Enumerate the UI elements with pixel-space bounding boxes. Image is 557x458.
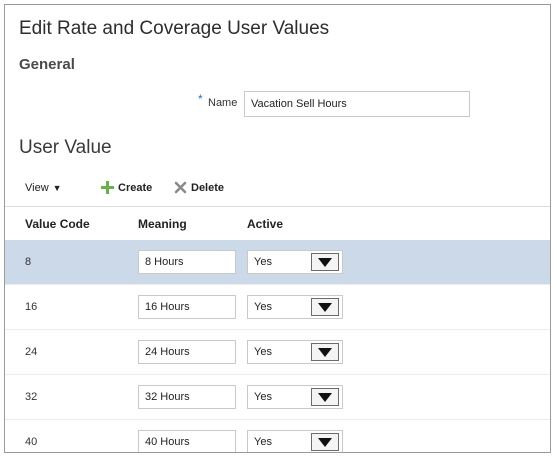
column-header-active: Active xyxy=(247,217,284,231)
table-row[interactable]: 32 Yes xyxy=(5,375,550,420)
active-select[interactable]: Yes xyxy=(247,295,343,319)
dropdown-arrow-icon[interactable] xyxy=(311,388,339,406)
meaning-input[interactable] xyxy=(138,340,236,364)
page-title: Edit Rate and Coverage User Values xyxy=(19,18,330,39)
active-select-value: Yes xyxy=(254,346,272,358)
table-row[interactable]: 8 Yes xyxy=(5,240,550,285)
delete-button[interactable]: Delete xyxy=(174,181,224,194)
meaning-input[interactable] xyxy=(138,430,236,452)
create-label: Create xyxy=(118,181,153,194)
value-code-cell: 16 xyxy=(25,301,38,313)
meaning-input[interactable] xyxy=(138,250,236,274)
meaning-input[interactable] xyxy=(138,295,236,319)
dialog-frame: Edit Rate and Coverage User Values Gener… xyxy=(4,4,551,453)
column-header-meaning: Meaning xyxy=(138,217,187,231)
create-button[interactable]: Create xyxy=(101,181,152,194)
value-code-cell: 32 xyxy=(25,391,38,403)
column-header-value-code: Value Code xyxy=(25,217,90,231)
active-select-value: Yes xyxy=(254,301,272,313)
table-body: 8 Yes 16 Yes 24 Yes 32 xyxy=(5,240,550,452)
active-select[interactable]: Yes xyxy=(247,430,343,452)
dropdown-arrow-icon[interactable] xyxy=(311,253,339,271)
x-icon xyxy=(174,181,187,194)
dropdown-arrow-icon[interactable] xyxy=(311,298,339,316)
plus-icon xyxy=(101,181,114,194)
value-code-cell: 24 xyxy=(25,346,38,358)
name-label: Name xyxy=(208,97,238,109)
active-select[interactable]: Yes xyxy=(247,385,343,409)
dropdown-arrow-icon[interactable] xyxy=(311,433,339,451)
meaning-input[interactable] xyxy=(138,385,236,409)
user-value-section-title: User Value xyxy=(19,137,112,158)
required-marker: * xyxy=(198,92,203,106)
name-field-row: * Name xyxy=(5,91,550,119)
active-select-value: Yes xyxy=(254,391,272,403)
view-menu-button[interactable]: View ▼ xyxy=(25,182,62,194)
active-select[interactable]: Yes xyxy=(247,340,343,364)
active-select-value: Yes xyxy=(254,436,272,448)
value-code-cell: 40 xyxy=(25,436,38,448)
table-row[interactable]: 16 Yes xyxy=(5,285,550,330)
table-row[interactable]: 24 Yes xyxy=(5,330,550,375)
active-select-value: Yes xyxy=(254,256,272,268)
table-header: Value Code Meaning Active xyxy=(5,210,550,238)
delete-label: Delete xyxy=(191,181,225,194)
dropdown-arrow-icon[interactable] xyxy=(311,343,339,361)
user-value-toolbar: View ▼ Create Delete xyxy=(5,177,550,201)
name-input[interactable] xyxy=(244,91,470,117)
general-section-header: General xyxy=(19,56,75,73)
active-select[interactable]: Yes xyxy=(247,250,343,274)
view-label: View xyxy=(25,182,49,194)
value-code-cell: 8 xyxy=(25,256,32,268)
caret-down-icon: ▼ xyxy=(52,183,62,193)
table-row[interactable]: 40 Yes xyxy=(5,420,550,452)
toolbar-divider xyxy=(5,206,550,207)
